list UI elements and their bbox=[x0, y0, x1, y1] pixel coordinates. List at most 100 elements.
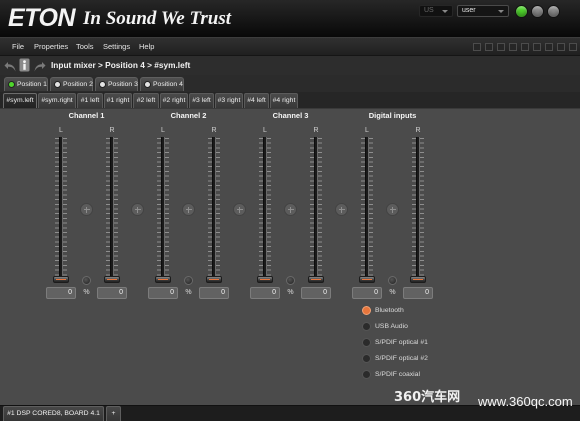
tab-2-right[interactable]: #2 right bbox=[160, 93, 188, 108]
menu-settings[interactable]: Settings bbox=[103, 37, 130, 56]
add-circle-icon[interactable] bbox=[284, 203, 297, 216]
fader-handle[interactable] bbox=[359, 275, 375, 283]
value-field-digital-left[interactable]: 0 bbox=[352, 287, 382, 299]
radio-button[interactable] bbox=[362, 322, 371, 331]
radio-button[interactable] bbox=[362, 338, 371, 347]
fader-channel-2-right[interactable] bbox=[204, 136, 224, 284]
undo-icon[interactable] bbox=[4, 60, 17, 72]
tab-position-3[interactable]: Position 3 bbox=[95, 77, 138, 91]
add-device-tab-button[interactable]: + bbox=[106, 406, 121, 421]
link-toggle-knob[interactable] bbox=[286, 276, 295, 285]
add-circle-icon[interactable] bbox=[233, 203, 246, 216]
value-field-channel-2-left[interactable]: 0 bbox=[148, 287, 178, 299]
fader-handle[interactable] bbox=[53, 275, 69, 283]
logo-brand: ETON bbox=[8, 4, 76, 32]
fader-track bbox=[161, 137, 165, 280]
link-toggle-knob[interactable] bbox=[82, 276, 91, 285]
layout-square-icon[interactable] bbox=[569, 43, 577, 51]
status-indicator-gray[interactable] bbox=[547, 5, 560, 18]
fader-digital-left[interactable] bbox=[357, 136, 377, 284]
chevron-down-icon bbox=[498, 10, 504, 13]
tab-1-right[interactable]: #1 right bbox=[104, 93, 132, 108]
device-tab[interactable]: #1 DSP CORED8, BOARD 4.1 bbox=[3, 406, 104, 421]
add-circle-icon[interactable] bbox=[80, 203, 93, 216]
menu-properties[interactable]: Properties bbox=[34, 37, 68, 56]
tab-position-2[interactable]: Position 2 bbox=[50, 77, 93, 91]
add-circle-icon[interactable] bbox=[182, 203, 195, 216]
status-indicator-green[interactable] bbox=[515, 5, 528, 18]
fader-track bbox=[416, 137, 420, 280]
add-circle-icon[interactable] bbox=[386, 203, 399, 216]
digital-input-option-spdif-optical-1[interactable]: S/PDIF optical #1 bbox=[360, 337, 460, 348]
left-label: L bbox=[263, 127, 267, 134]
value-field-channel-3-right[interactable]: 0 bbox=[301, 287, 331, 299]
tab-1-left[interactable]: #1 left bbox=[77, 93, 103, 108]
fader-handle[interactable] bbox=[308, 275, 324, 283]
tab-3-right[interactable]: #3 right bbox=[215, 93, 243, 108]
menu-tools[interactable]: Tools bbox=[76, 37, 94, 56]
layout-square-icon[interactable] bbox=[545, 43, 553, 51]
value-field-channel-2-right[interactable]: 0 bbox=[199, 287, 229, 299]
tab-2-left[interactable]: #2 left bbox=[133, 93, 159, 108]
fader-handle[interactable] bbox=[410, 275, 426, 283]
info-icon[interactable] bbox=[19, 58, 30, 72]
layout-square-icon[interactable] bbox=[509, 43, 517, 51]
layout-square-icon[interactable] bbox=[521, 43, 529, 51]
fader-handle[interactable] bbox=[206, 275, 222, 283]
fader-digital-right[interactable] bbox=[408, 136, 428, 284]
left-label: L bbox=[161, 127, 165, 134]
tab-sym-left[interactable]: #sym.left bbox=[3, 93, 37, 108]
tab-3-left[interactable]: #3 left bbox=[189, 93, 214, 108]
layout-square-icon[interactable] bbox=[497, 43, 505, 51]
tab-label: Position 4 bbox=[153, 81, 183, 88]
tab-label: Position 3 bbox=[108, 81, 138, 88]
fader-handle[interactable] bbox=[104, 275, 120, 283]
menu-help[interactable]: Help bbox=[139, 37, 154, 56]
link-toggle-knob[interactable] bbox=[184, 276, 193, 285]
tab-position-1[interactable]: Position 1 bbox=[4, 77, 48, 91]
add-circle-icon[interactable] bbox=[131, 203, 144, 216]
unit-label: % bbox=[185, 289, 192, 296]
layout-square-icon[interactable] bbox=[557, 43, 565, 51]
digital-input-option-usb-audio[interactable]: USB Audio bbox=[360, 321, 460, 332]
radio-button[interactable] bbox=[362, 306, 371, 315]
tab-label: Position 2 bbox=[63, 81, 93, 88]
fader-channel-3-left[interactable] bbox=[255, 136, 275, 284]
status-indicator-gray[interactable] bbox=[531, 5, 544, 18]
digital-input-option-spdif-optical-2[interactable]: S/PDIF optical #2 bbox=[360, 353, 460, 364]
layout-square-icon[interactable] bbox=[485, 43, 493, 51]
tab-4-right[interactable]: #4 right bbox=[270, 93, 298, 108]
value-field-channel-3-left[interactable]: 0 bbox=[250, 287, 280, 299]
digital-input-option-spdif-coaxial[interactable]: S/PDIF coaxial bbox=[360, 369, 460, 380]
radio-button[interactable] bbox=[362, 370, 371, 379]
layout-square-icon[interactable] bbox=[533, 43, 541, 51]
tab-sym-right[interactable]: #sym.right bbox=[38, 93, 76, 108]
digital-input-option-bluetooth[interactable]: Bluetooth bbox=[360, 305, 460, 316]
region-select[interactable]: US bbox=[419, 5, 453, 17]
link-toggle-knob[interactable] bbox=[388, 276, 397, 285]
layout-square-icon[interactable] bbox=[473, 43, 481, 51]
group-title-channel-3: Channel 3 bbox=[272, 111, 309, 120]
fader-track bbox=[110, 137, 114, 280]
menu-file[interactable]: File bbox=[12, 37, 24, 56]
add-circle-icon[interactable] bbox=[335, 203, 348, 216]
user-select[interactable]: user bbox=[457, 5, 509, 17]
fader-channel-1-left[interactable] bbox=[51, 136, 71, 284]
option-label: S/PDIF optical #2 bbox=[375, 355, 428, 362]
mixer-panel bbox=[0, 108, 580, 405]
redo-icon[interactable] bbox=[33, 60, 46, 72]
fader-channel-3-right[interactable] bbox=[306, 136, 326, 284]
tab-4-left[interactable]: #4 left bbox=[244, 93, 269, 108]
value-field-digital-right[interactable]: 0 bbox=[403, 287, 433, 299]
group-title-channel-2: Channel 2 bbox=[170, 111, 207, 120]
fader-channel-1-right[interactable] bbox=[102, 136, 122, 284]
fader-channel-2-left[interactable] bbox=[153, 136, 173, 284]
value-field-channel-1-right[interactable]: 0 bbox=[97, 287, 127, 299]
fader-handle[interactable] bbox=[155, 275, 171, 283]
breadcrumb: Input mixer > Position 4 > #sym.left bbox=[51, 60, 191, 70]
fader-track bbox=[59, 137, 63, 280]
radio-button[interactable] bbox=[362, 354, 371, 363]
fader-handle[interactable] bbox=[257, 275, 273, 283]
tab-position-4[interactable]: Position 4 bbox=[140, 77, 184, 91]
value-field-channel-1-left[interactable]: 0 bbox=[46, 287, 76, 299]
